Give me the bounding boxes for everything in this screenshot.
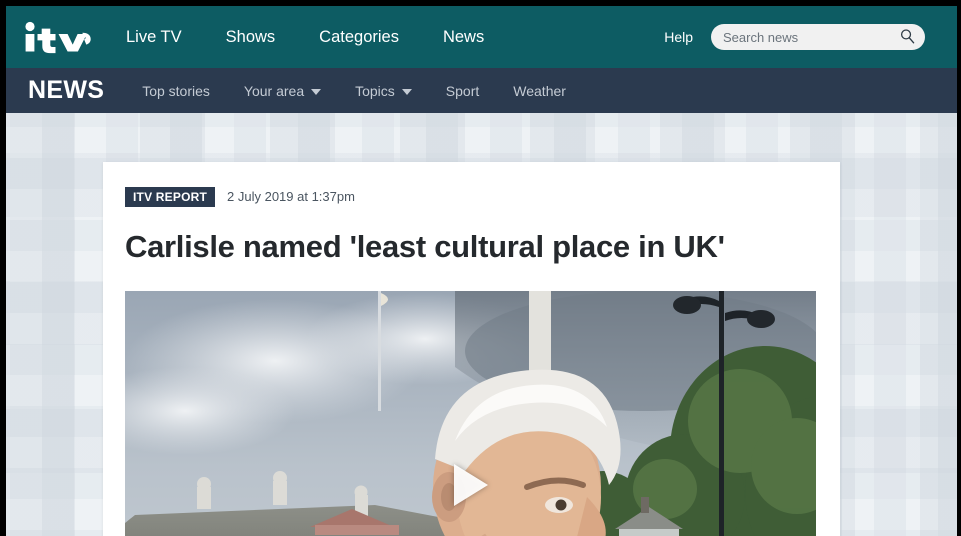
subnav-item-top-stories[interactable]: Top stories [142, 83, 210, 99]
subnav-label-top-stories: Top stories [142, 82, 210, 99]
chevron-down-icon [401, 88, 412, 95]
status-badge: ITV REPORT [125, 186, 216, 207]
browser-page: Live TV Shows Categories News Help NEWS [0, 0, 961, 536]
subnav-item-sport[interactable]: Sport [446, 83, 479, 99]
search-input[interactable] [711, 25, 891, 49]
article-meta: ITV REPORT 2 July 2019 at 1:37pm [125, 186, 818, 207]
nav-item-categories[interactable]: Categories [319, 28, 399, 47]
header-actions: Help [664, 24, 925, 50]
subnav-label-topics: Topics [355, 82, 395, 99]
chevron-down-icon [311, 88, 322, 95]
article-card: ITV REPORT 2 July 2019 at 1:37pm Carlisl… [103, 162, 840, 536]
subnav-item-topics[interactable]: Topics [355, 83, 412, 99]
search-box[interactable] [711, 24, 925, 50]
news-wordmark[interactable]: NEWS [28, 78, 104, 103]
search-icon[interactable] [899, 28, 916, 45]
primary-nav: Live TV Shows Categories News [126, 28, 484, 47]
video-player[interactable]: MONSOON [125, 290, 816, 536]
page-viewport: Live TV Shows Categories News Help NEWS [6, 6, 957, 536]
page-title: Carlisle named 'least cultural place in … [125, 229, 725, 264]
subnav-label-sport: Sport [445, 82, 480, 99]
nav-item-live-tv[interactable]: Live TV [126, 28, 182, 47]
nav-item-shows[interactable]: Shows [226, 28, 276, 47]
subnav-label-weather: Weather [513, 82, 566, 99]
help-link[interactable]: Help [664, 29, 693, 45]
site-header: Live TV Shows Categories News Help [6, 6, 957, 68]
news-subheader: NEWS Top stories Your area Topics Sport [6, 68, 957, 113]
subnav-item-your-area[interactable]: Your area [243, 82, 322, 99]
subnav-label-your-area: Your area [243, 82, 305, 99]
itv-logo[interactable] [22, 20, 94, 54]
article-timestamp: 2 July 2019 at 1:37pm [227, 189, 355, 204]
nav-item-news[interactable]: News [443, 28, 484, 47]
secondary-nav: Top stories Your area Topics Sport Weath… [142, 83, 566, 99]
play-triangle-icon[interactable] [453, 464, 488, 507]
page-background: ITV REPORT 2 July 2019 at 1:37pm Carlisl… [6, 113, 957, 536]
subnav-item-weather[interactable]: Weather [513, 83, 566, 99]
